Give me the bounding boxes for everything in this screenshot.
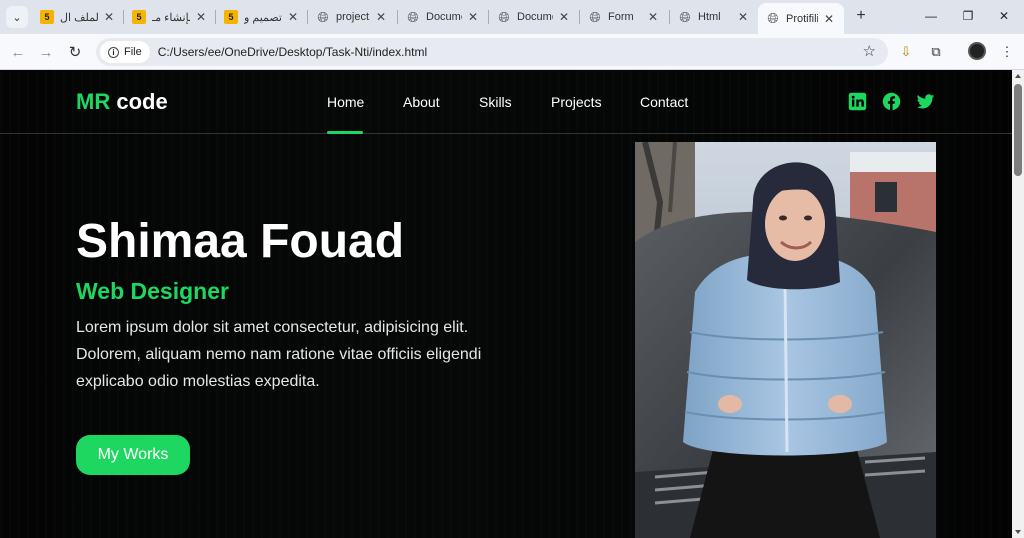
reload-button[interactable]: ↻ bbox=[64, 41, 86, 63]
tab-title: Form bbox=[608, 11, 634, 23]
profile-avatar[interactable] bbox=[968, 42, 986, 60]
minimize-button[interactable]: — bbox=[918, 4, 944, 28]
twitter-icon[interactable] bbox=[916, 92, 935, 111]
globe-icon: 🌐︎ bbox=[679, 8, 691, 25]
nav-link-projects[interactable]: Projects bbox=[551, 94, 602, 110]
extension-download-icon[interactable]: ⇩ bbox=[895, 41, 917, 63]
tab-title: project1 bbox=[336, 11, 370, 23]
new-tab-button[interactable]: + bbox=[851, 6, 871, 26]
badge-5-icon: 5 bbox=[224, 10, 238, 24]
close-icon[interactable]: ✕ bbox=[736, 10, 750, 24]
browser-tab-active[interactable]: 🌐︎ Protifilio ✕ bbox=[758, 3, 844, 34]
close-window-button[interactable]: ✕ bbox=[991, 4, 1017, 28]
browser-tab[interactable]: 🌐︎ Html ✕ bbox=[670, 2, 758, 32]
badge-5-icon: 5 bbox=[40, 10, 54, 24]
close-icon[interactable]: ✕ bbox=[646, 10, 660, 24]
browser-tab[interactable]: 🌐︎ project1 ✕ bbox=[308, 2, 396, 32]
active-nav-indicator bbox=[327, 131, 363, 134]
tab-title: بإنشاء مـ bbox=[152, 11, 190, 24]
tab-title: Html bbox=[698, 11, 721, 23]
menu-kebab-icon[interactable]: ⋮ bbox=[996, 41, 1018, 63]
my-works-button[interactable]: My Works bbox=[76, 435, 190, 475]
address-bar[interactable]: i File C:/Users/ee/OneDrive/Desktop/Task… bbox=[96, 38, 888, 66]
portfolio-page: MR code Home About Skills Projects Conta… bbox=[0, 70, 1012, 538]
extensions-puzzle-icon[interactable]: ⧉ bbox=[925, 41, 947, 63]
site-info-label: File bbox=[124, 46, 142, 58]
linkedin-icon[interactable] bbox=[848, 92, 867, 111]
tab-title: Docume bbox=[426, 11, 462, 23]
browser-tab[interactable]: 🌐︎ Docume ✕ bbox=[489, 2, 579, 32]
tab-search-button[interactable]: ⌄ bbox=[6, 6, 28, 28]
nav-link-skills[interactable]: Skills bbox=[479, 94, 512, 110]
close-icon[interactable]: ✕ bbox=[557, 10, 571, 24]
close-icon: ✕ bbox=[998, 9, 1010, 23]
hero-name: Shimaa Fouad bbox=[76, 215, 405, 268]
forward-button[interactable]: → bbox=[35, 41, 57, 63]
page-scrollbar[interactable] bbox=[1012, 70, 1024, 538]
arrow-right-icon: → bbox=[38, 43, 54, 61]
close-icon[interactable]: ✕ bbox=[286, 10, 300, 24]
tab-title: Protifilio bbox=[786, 12, 818, 25]
reload-icon: ↻ bbox=[68, 44, 82, 61]
chevron-down-icon: ⌄ bbox=[12, 11, 22, 24]
nav-link-about[interactable]: About bbox=[403, 94, 440, 110]
browser-tab[interactable]: 🌐︎ Form ✕ bbox=[580, 2, 668, 32]
tab-title: Docume bbox=[517, 11, 553, 23]
site-header: MR code Home About Skills Projects Conta… bbox=[0, 70, 1012, 134]
url-text[interactable]: C:/Users/ee/OneDrive/Desktop/Task-Nti/in… bbox=[158, 45, 427, 59]
close-icon[interactable]: ✕ bbox=[194, 10, 208, 24]
back-button[interactable]: ← bbox=[7, 41, 29, 63]
globe-icon: 🌐︎ bbox=[498, 8, 510, 25]
logo-text: code bbox=[110, 89, 168, 114]
browser-tab-strip: ⌄ 5 الملف ال ✕ 5 بإنشاء مـ ✕ 5 تصميم و ✕… bbox=[0, 0, 1024, 34]
browser-tab[interactable]: 🌐︎ Docume ✕ bbox=[398, 2, 488, 32]
browser-toolbar: ← → ↻ i File C:/Users/ee/OneDrive/Deskto… bbox=[0, 34, 1024, 70]
restore-icon: ❐ bbox=[962, 9, 974, 23]
tab-title: تصميم و bbox=[244, 11, 282, 24]
browser-tab[interactable]: 5 الملف ال ✕ bbox=[32, 2, 124, 32]
scroll-thumb[interactable] bbox=[1014, 84, 1022, 176]
arrow-left-icon: ← bbox=[10, 43, 26, 61]
close-icon[interactable]: ✕ bbox=[466, 10, 480, 24]
globe-icon: 🌐︎ bbox=[407, 8, 419, 25]
info-icon: i bbox=[108, 46, 119, 58]
logo-accent: MR bbox=[76, 89, 111, 114]
scroll-up-arrow-icon[interactable] bbox=[1015, 74, 1021, 78]
close-icon[interactable]: ✕ bbox=[374, 10, 388, 24]
browser-tab[interactable]: 5 تصميم و ✕ bbox=[216, 2, 308, 32]
globe-icon: 🌐︎ bbox=[589, 8, 601, 25]
globe-icon: 🌐︎ bbox=[767, 10, 779, 26]
nav-link-home[interactable]: Home bbox=[327, 94, 364, 110]
tab-title: الملف ال bbox=[60, 11, 98, 24]
hero-role: Web Designer bbox=[76, 278, 229, 304]
scroll-down-arrow-icon[interactable] bbox=[1015, 530, 1021, 534]
globe-icon: 🌐︎ bbox=[317, 8, 329, 25]
site-logo[interactable]: MR code bbox=[76, 89, 168, 115]
facebook-icon[interactable] bbox=[882, 92, 901, 111]
plus-icon: + bbox=[856, 7, 866, 24]
badge-5-icon: 5 bbox=[132, 10, 146, 24]
profile-photo bbox=[635, 142, 936, 538]
browser-tab[interactable]: 5 بإنشاء مـ ✕ bbox=[124, 2, 216, 32]
restore-button[interactable]: ❐ bbox=[955, 4, 981, 28]
bookmark-star-icon[interactable]: ☆ bbox=[863, 42, 876, 60]
site-info-chip[interactable]: i File bbox=[100, 41, 150, 63]
hero-bio: Lorem ipsum dolor sit amet consectetur, … bbox=[76, 319, 482, 390]
minimize-icon: — bbox=[925, 9, 937, 23]
close-icon[interactable]: ✕ bbox=[102, 10, 116, 24]
close-icon[interactable]: ✕ bbox=[822, 12, 836, 26]
nav-link-contact[interactable]: Contact bbox=[640, 94, 688, 110]
